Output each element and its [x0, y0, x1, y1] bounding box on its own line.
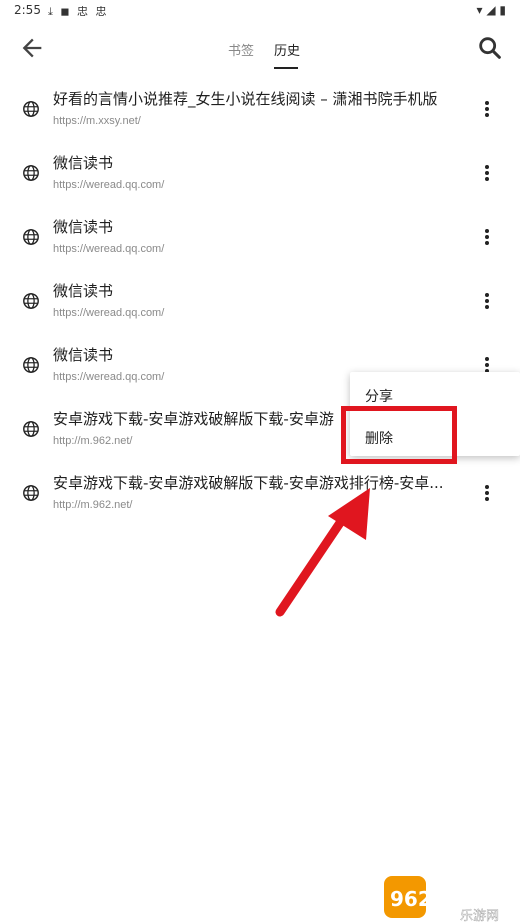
history-url: https://weread.qq.com/: [53, 307, 165, 319]
history-url: https://weread.qq.com/: [53, 179, 165, 191]
more-options-icon[interactable]: [476, 226, 498, 248]
history-title: 微信读书: [53, 346, 114, 364]
history-item[interactable]: 微信读书 https://weread.qq.com/: [0, 140, 520, 204]
more-options-icon[interactable]: [476, 98, 498, 120]
annotation-arrow-icon: [275, 488, 370, 617]
highlight-box: [341, 406, 457, 464]
tab-bookmarks[interactable]: 书签: [228, 40, 254, 59]
history-url: http://m.962.net/: [53, 435, 133, 447]
history-url: http://m.962.net/: [53, 499, 133, 511]
tab-bar: 书签 历史: [0, 22, 520, 74]
history-url: https://weread.qq.com/: [53, 243, 165, 255]
history-item[interactable]: 微信读书 https://weread.qq.com/: [0, 204, 520, 268]
tab-history[interactable]: 历史: [274, 40, 300, 59]
notification-icons: ⤓ ◼ 忠 忠: [48, 5, 109, 18]
globe-icon: [23, 229, 39, 245]
watermark-brand: 962.NET: [390, 887, 484, 911]
history-item[interactable]: 安卓游戏下载-安卓游戏破解版下载-安卓游戏排行榜-安卓... http://m.…: [0, 460, 520, 524]
globe-icon: [23, 357, 39, 373]
history-item[interactable]: 微信读书 https://weread.qq.com/: [0, 268, 520, 332]
history-title: 微信读书: [53, 218, 114, 236]
history-url: https://m.xxsy.net/: [53, 115, 141, 127]
globe-icon: [23, 165, 39, 181]
watermark-sub: 乐游网: [460, 909, 499, 924]
menu-item-share[interactable]: 分享: [365, 386, 393, 406]
history-url: https://weread.qq.com/: [53, 371, 165, 383]
more-options-icon[interactable]: [476, 290, 498, 312]
history-title: 安卓游戏下载-安卓游戏破解版下载-安卓游: [53, 410, 334, 428]
tab-indicator: [274, 67, 298, 69]
globe-icon: [23, 293, 39, 309]
history-title: 微信读书: [53, 282, 114, 300]
history-title: 安卓游戏下载-安卓游戏破解版下载-安卓游戏排行榜-安卓...: [53, 474, 444, 492]
status-time: 2:55: [14, 3, 41, 17]
search-icon[interactable]: [476, 34, 504, 62]
status-bar: 2:55 ⤓ ◼ 忠 忠 ▾ ◢ ▮: [0, 0, 520, 22]
history-title: 微信读书: [53, 154, 114, 172]
globe-icon: [23, 485, 39, 501]
system-icons: ▾ ◢ ▮: [476, 3, 506, 17]
more-options-icon[interactable]: [476, 482, 498, 504]
history-title: 好看的言情小说推荐_女生小说在线阅读 – 潇湘书院手机版: [53, 90, 438, 108]
watermark-logo: 962.NET 乐游网: [384, 876, 499, 924]
history-item[interactable]: 好看的言情小说推荐_女生小说在线阅读 – 潇湘书院手机版 https://m.x…: [0, 76, 520, 140]
more-options-icon[interactable]: [476, 162, 498, 184]
globe-icon: [23, 101, 39, 117]
app-bar: 书签 历史: [0, 22, 520, 74]
globe-icon: [23, 421, 39, 437]
